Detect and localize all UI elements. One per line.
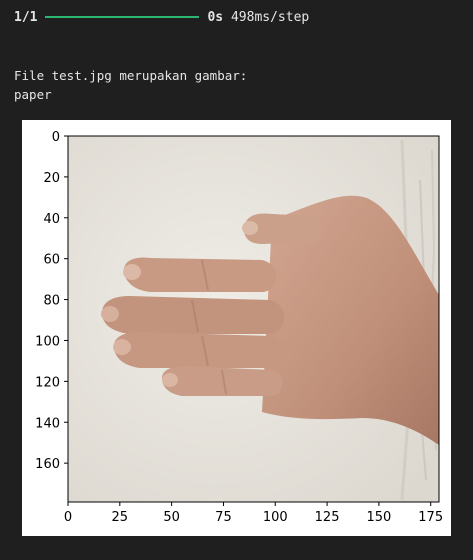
y-tick-label: 160 bbox=[35, 457, 60, 472]
x-tick-label: 50 bbox=[163, 510, 180, 525]
x-tick-label: 25 bbox=[112, 510, 129, 525]
y-tick-label: 120 bbox=[35, 375, 60, 390]
y-tick-label: 20 bbox=[43, 171, 60, 186]
output-text: File test.jpg merupakan gambar: paper bbox=[14, 66, 247, 104]
y-tick-label: 100 bbox=[35, 334, 60, 349]
photo-hand bbox=[68, 136, 439, 502]
progress-fill bbox=[45, 16, 200, 18]
y-tick-label: 80 bbox=[43, 294, 60, 309]
output-line-class: paper bbox=[14, 87, 52, 102]
output-line-file: File test.jpg merupakan gambar: bbox=[14, 68, 248, 83]
x-tick-label: 125 bbox=[315, 510, 340, 525]
timing-per-step: 498ms/step bbox=[230, 9, 310, 25]
x-tick-label: 100 bbox=[263, 510, 288, 525]
x-tick-label: 0 bbox=[64, 510, 72, 525]
y-tick-label: 140 bbox=[35, 416, 60, 431]
y-tick-label: 40 bbox=[43, 212, 60, 227]
x-tick-label: 150 bbox=[366, 510, 391, 525]
x-tick-label: 75 bbox=[215, 510, 232, 525]
x-tick-label: 175 bbox=[418, 510, 443, 525]
y-tick-label: 0 bbox=[52, 130, 60, 145]
step-count: 1/1 bbox=[14, 9, 38, 25]
progress-row: 1/1 0s 498ms/step bbox=[14, 8, 309, 26]
y-tick-label: 60 bbox=[43, 253, 60, 268]
image-plot-svg: 0 25 50 75 100 125 150 175 0 20 40 60 80 100 120 140 16… bbox=[35, 130, 443, 525]
image-plot: 0 25 50 75 100 125 150 175 0 20 40 60 80 100 120 140 16… bbox=[22, 120, 451, 536]
y-axis-ticks: 0 20 40 60 80 100 120 140 160 bbox=[35, 130, 68, 472]
progress-bar bbox=[45, 16, 200, 18]
timing-seconds: 0s bbox=[207, 9, 224, 25]
x-axis-ticks: 0 25 50 75 100 125 150 175 bbox=[64, 502, 443, 525]
